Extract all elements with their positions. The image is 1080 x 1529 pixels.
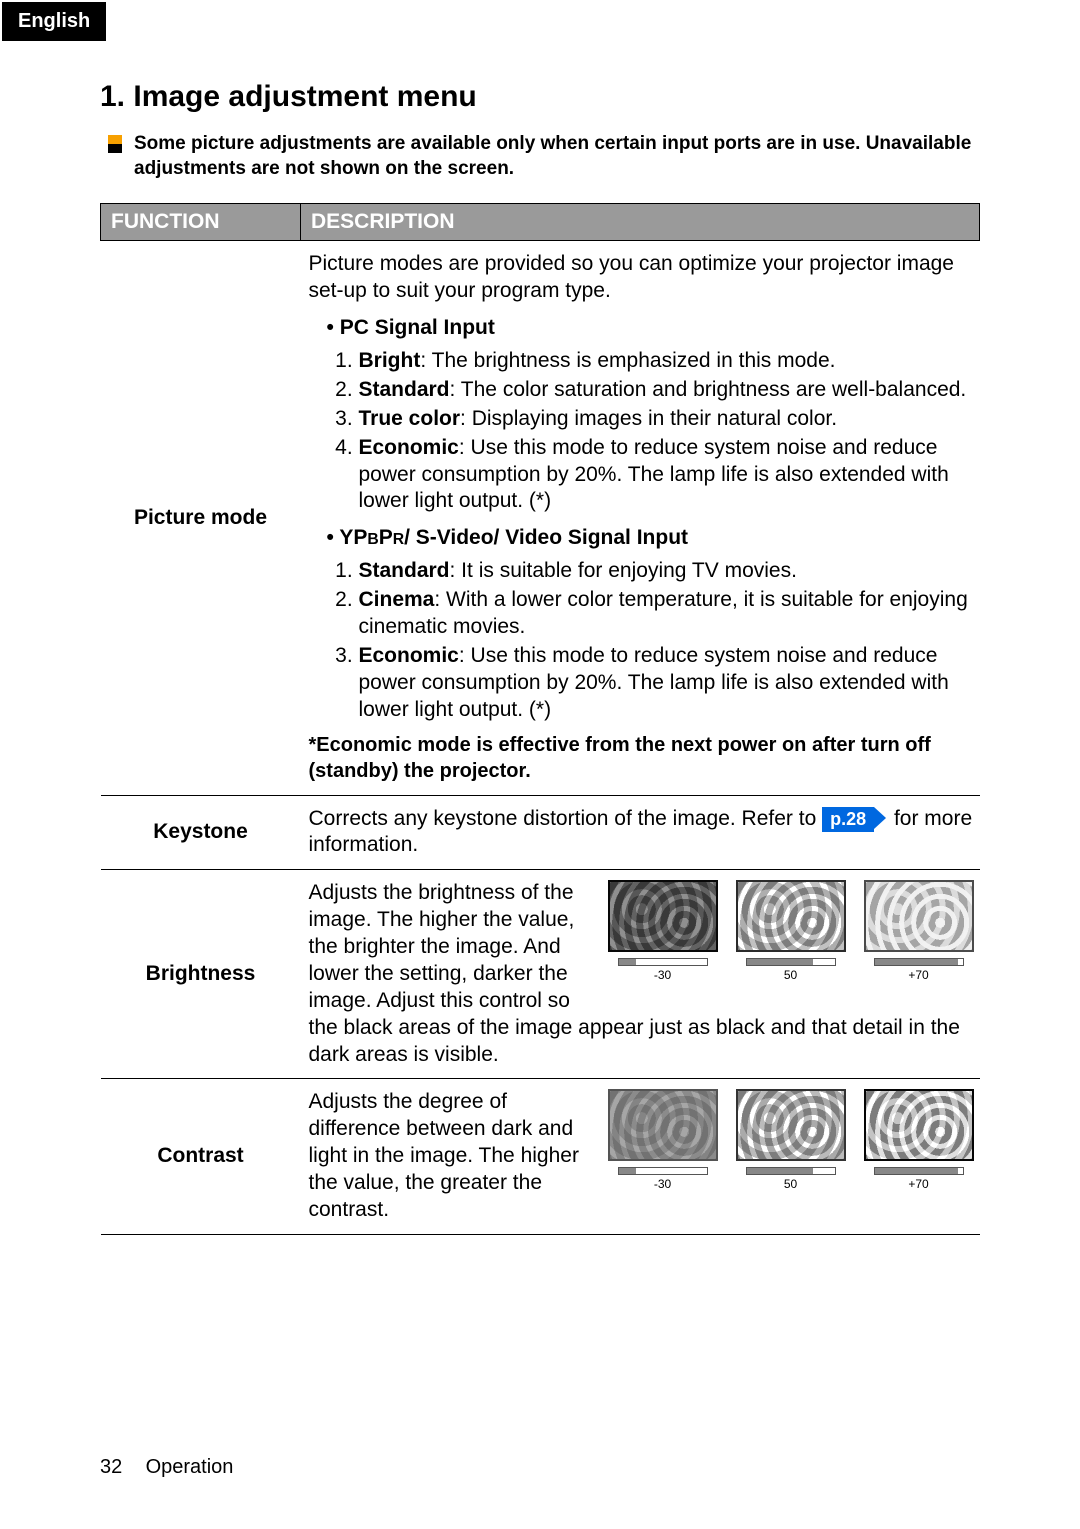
brightness-thumbnails: -30 50 +70	[608, 880, 974, 983]
slider-label: +70	[864, 968, 974, 983]
page: English 1. Image adjustment menu Some pi…	[0, 0, 1080, 1529]
pc-signal-list: Bright: The brightness is emphasized in …	[337, 348, 974, 515]
list-item: Economic: Use this mode to reduce system…	[359, 643, 974, 724]
thumbnail-image	[864, 880, 974, 952]
slider-fill	[875, 1168, 959, 1174]
slider-icon	[874, 1167, 964, 1175]
function-name: Brightness	[101, 870, 301, 1079]
thumb-block: +70	[864, 880, 974, 983]
list-item: Standard: The color saturation and brigh…	[359, 377, 974, 404]
function-description: -30 50 +70	[301, 870, 980, 1079]
thumb-block: 50	[736, 880, 846, 983]
list-item: True color: Displaying images in their n…	[359, 406, 974, 433]
list-item: Economic: Use this mode to reduce system…	[359, 435, 974, 516]
thumbnail-image	[736, 880, 846, 952]
slider-label: +70	[864, 1177, 974, 1192]
ypbpr-heading: YPBPR/ S-Video/ Video Signal Input	[327, 525, 974, 552]
function-name: Contrast	[101, 1079, 301, 1234]
slider-label: -30	[608, 1177, 718, 1192]
thumb-block: +70	[864, 1089, 974, 1192]
function-description: Picture modes are provided so you can op…	[301, 241, 980, 795]
function-name: Keystone	[101, 795, 301, 870]
pc-signal-heading: PC Signal Input	[327, 315, 974, 342]
table-row: Brightness -30 50	[101, 870, 980, 1079]
slider-icon	[618, 1167, 708, 1175]
note: Some picture adjustments are available o…	[108, 132, 980, 181]
note-text: Some picture adjustments are available o…	[134, 132, 980, 181]
thumbnail-image	[736, 1089, 846, 1161]
table-row: Picture mode Picture modes are provided …	[101, 241, 980, 795]
table-row: Keystone Corrects any keystone distortio…	[101, 795, 980, 870]
note-icon	[108, 135, 122, 153]
ypbpr-list: Standard: It is suitable for enjoying TV…	[337, 558, 974, 723]
table-header-row: FUNCTION DESCRIPTION	[101, 204, 980, 241]
function-description: -30 50 +70	[301, 1079, 980, 1234]
col-description: DESCRIPTION	[301, 204, 980, 241]
thumb-block: -30	[608, 1089, 718, 1192]
thumb-block: 50	[736, 1089, 846, 1192]
function-description: Corrects any keystone distortion of the …	[301, 795, 980, 870]
picture-mode-intro: Picture modes are provided so you can op…	[309, 251, 974, 305]
keystone-text-1: Corrects any keystone distortion of the …	[309, 807, 823, 830]
slider-icon	[746, 958, 836, 966]
page-ref-badge: p.28	[822, 807, 874, 832]
page-number: 32	[100, 1456, 140, 1479]
slider-fill	[619, 1168, 637, 1174]
list-item: Bright: The brightness is emphasized in …	[359, 348, 974, 375]
content-area: 1. Image adjustment menu Some picture ad…	[100, 80, 980, 1235]
slider-label: -30	[608, 968, 718, 983]
language-tab: English	[2, 2, 106, 41]
page-footer: 32 Operation	[100, 1456, 233, 1479]
function-name: Picture mode	[101, 241, 301, 795]
picture-mode-footnote: *Economic mode is effective from the nex…	[309, 733, 974, 784]
slider-icon	[746, 1167, 836, 1175]
list-item: Cinema: With a lower color temperature, …	[359, 587, 974, 641]
slider-fill	[747, 1168, 813, 1174]
thumb-block: -30	[608, 880, 718, 983]
thumbnail-image	[864, 1089, 974, 1161]
thumbnail-image	[608, 1089, 718, 1161]
page-title: 1. Image adjustment menu	[100, 80, 980, 114]
col-function: FUNCTION	[101, 204, 301, 241]
slider-label: 50	[736, 1177, 846, 1192]
slider-label: 50	[736, 968, 846, 983]
slider-fill	[747, 959, 813, 965]
slider-fill	[619, 959, 637, 965]
thumbnail-image	[608, 880, 718, 952]
slider-fill	[875, 959, 959, 965]
table-row: Contrast -30 50	[101, 1079, 980, 1234]
footer-section: Operation	[146, 1456, 234, 1478]
slider-icon	[618, 958, 708, 966]
slider-icon	[874, 958, 964, 966]
contrast-thumbnails: -30 50 +70	[608, 1089, 974, 1192]
functions-table: FUNCTION DESCRIPTION Picture mode Pictur…	[100, 203, 980, 1234]
list-item: Standard: It is suitable for enjoying TV…	[359, 558, 974, 585]
